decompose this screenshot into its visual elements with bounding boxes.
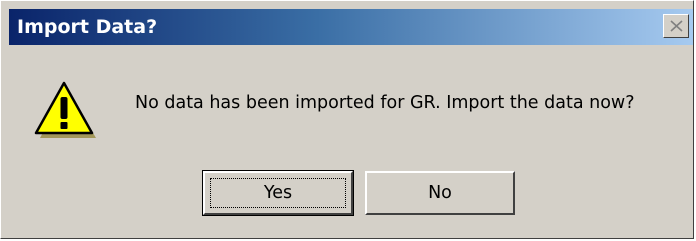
close-button[interactable] bbox=[663, 14, 689, 38]
dialog-title: Import Data? bbox=[17, 16, 158, 38]
warning-icon bbox=[34, 81, 96, 138]
import-data-dialog: Import Data? No data has been imported f… bbox=[0, 0, 694, 239]
dialog-message: No data has been imported for GR. Import… bbox=[135, 93, 635, 113]
no-button[interactable]: No bbox=[365, 171, 515, 215]
yes-button-label: Yes bbox=[263, 183, 293, 203]
yes-button[interactable]: Yes bbox=[202, 170, 354, 216]
close-icon bbox=[670, 20, 683, 32]
title-bar[interactable]: Import Data? bbox=[9, 9, 693, 45]
no-button-label: No bbox=[428, 183, 452, 203]
